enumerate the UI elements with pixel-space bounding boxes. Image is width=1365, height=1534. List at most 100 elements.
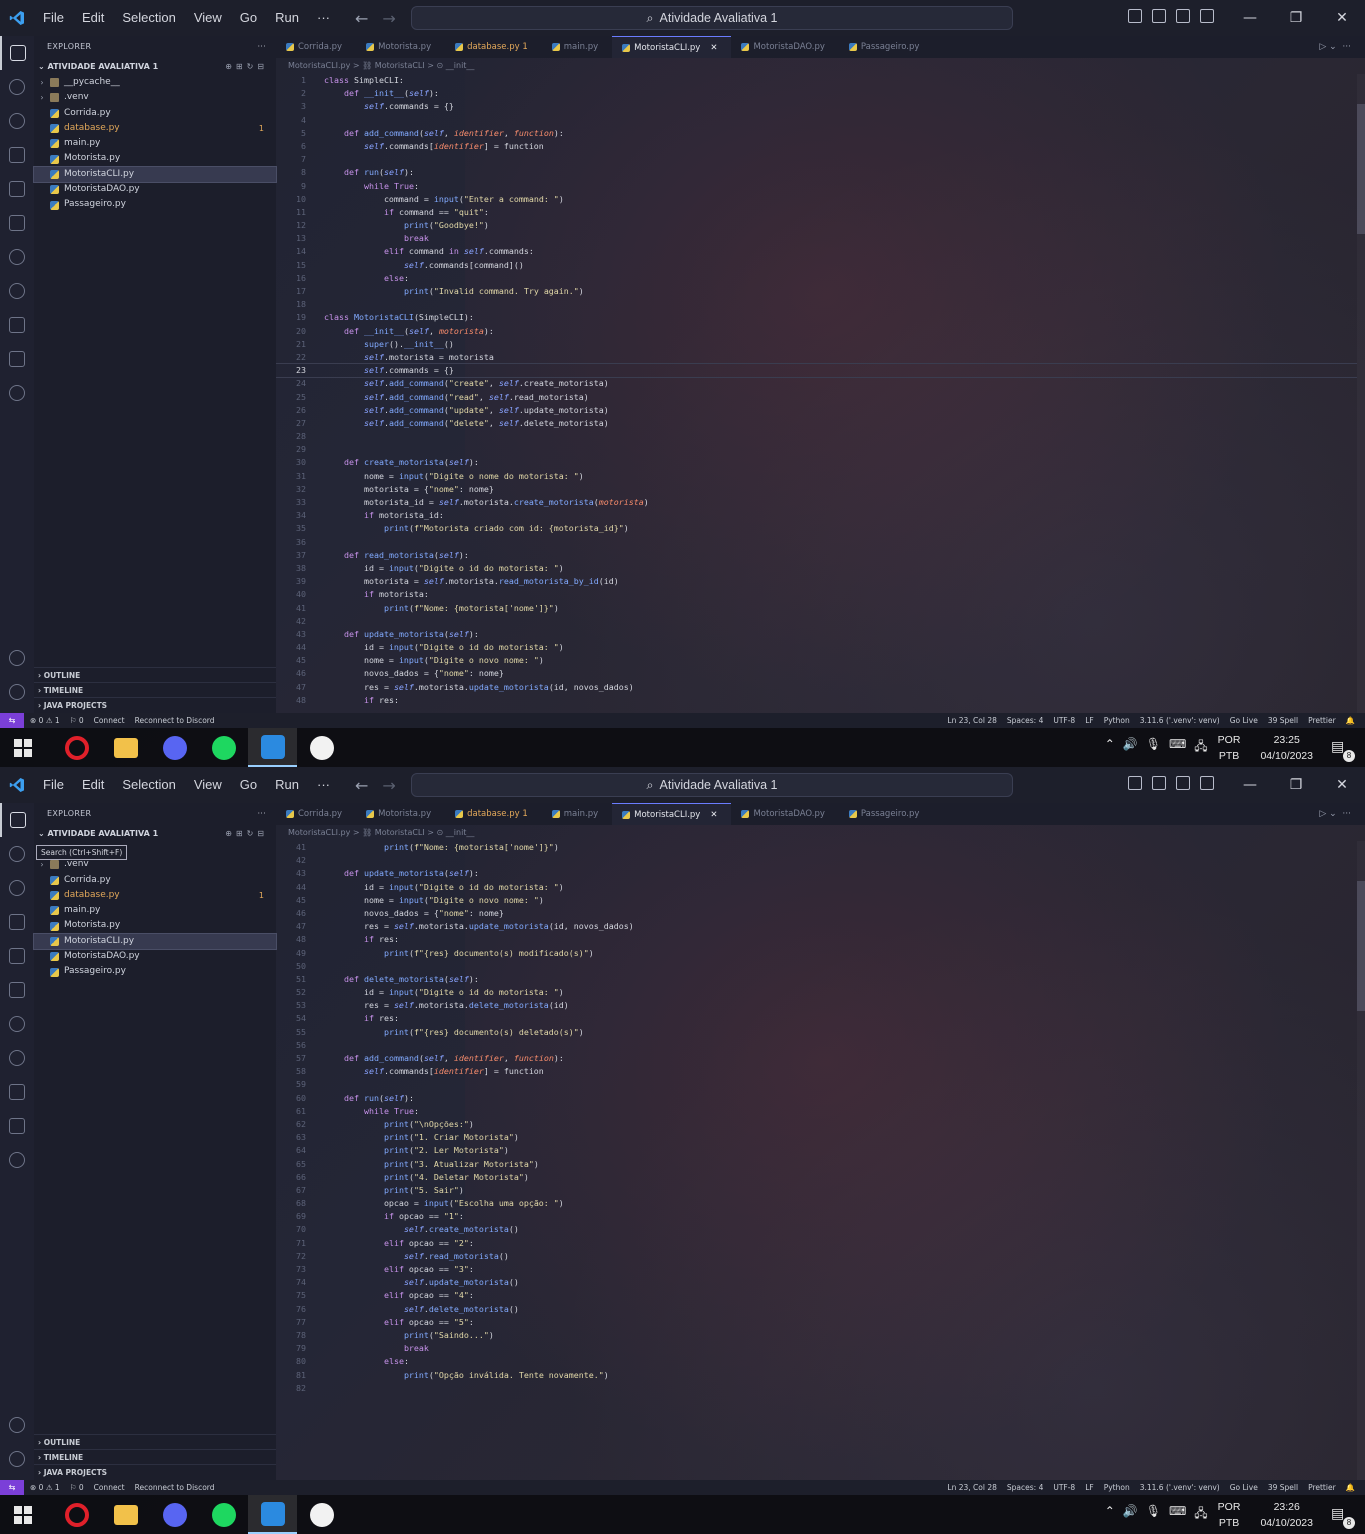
code-line[interactable]: 42: [276, 615, 1357, 628]
notifications-bell-icon[interactable]: 🔔: [1346, 713, 1355, 728]
code-line[interactable]: 9 while True:: [276, 180, 1357, 193]
code-line[interactable]: 53 res = self.motorista.delete_motorista…: [276, 999, 1357, 1012]
encoding[interactable]: UTF-8: [1053, 713, 1075, 728]
python-interpreter[interactable]: 3.11.6 ('.venv': venv): [1140, 1480, 1220, 1495]
tree-file-main[interactable]: main.py: [34, 136, 276, 151]
prettier[interactable]: Prettier: [1308, 713, 1336, 728]
code-line[interactable]: 67 print("5. Sair"): [276, 1184, 1357, 1197]
code-line[interactable]: 27 self.add_command("delete", self.delet…: [276, 417, 1357, 430]
explorer-icon[interactable]: [0, 36, 34, 70]
volume-icon[interactable]: 🔊: [1123, 737, 1138, 758]
code-line[interactable]: 70 self.create_motorista(): [276, 1223, 1357, 1236]
code-line[interactable]: 74 self.update_motorista(): [276, 1276, 1357, 1289]
code-line[interactable]: 73 elif opcao == "3":: [276, 1263, 1357, 1276]
code-line[interactable]: 29: [276, 443, 1357, 456]
input-language[interactable]: POR PTB: [1218, 732, 1241, 764]
chevron-up-icon[interactable]: ⌃: [1105, 737, 1115, 758]
code-line[interactable]: 47 res = self.motorista.update_motorista…: [276, 681, 1357, 694]
menu-more[interactable]: ···: [308, 0, 339, 36]
back-arrow-icon[interactable]: ←: [355, 9, 368, 28]
code-line[interactable]: 68 opcao = input("Escolha uma opção: "): [276, 1197, 1357, 1210]
spotify-icon[interactable]: [199, 1495, 248, 1534]
python-interpreter[interactable]: 3.11.6 ('.venv': venv): [1140, 713, 1220, 728]
run-python-icon[interactable]: ▷ ⌄ ···: [1319, 803, 1351, 825]
source-control-icon[interactable]: [0, 104, 34, 138]
microphone-icon[interactable]: 🎙: [1146, 737, 1161, 758]
tab-main[interactable]: main.py: [542, 36, 612, 58]
code-line[interactable]: 3 self.commands = {}: [276, 100, 1357, 113]
code-line[interactable]: 75 elif opcao == "4":: [276, 1289, 1357, 1302]
vscode-icon[interactable]: [248, 728, 297, 767]
code-line[interactable]: 38 id = input("Digite o id do motorista:…: [276, 562, 1357, 575]
code-line[interactable]: 17 print("Invalid command. Try again."): [276, 285, 1357, 298]
close-tab-icon[interactable]: ✕: [710, 37, 717, 59]
keyboard-icon[interactable]: ⌨: [1169, 1504, 1186, 1525]
tab-motorista[interactable]: Motorista.py: [356, 36, 445, 58]
tree-file-main[interactable]: main.py: [34, 903, 276, 918]
code-line[interactable]: 59: [276, 1078, 1357, 1091]
menu-file[interactable]: File: [34, 0, 73, 36]
code-line[interactable]: 35 print(f"Motorista criado com id: {mot…: [276, 522, 1357, 535]
workspace-folder[interactable]: ⌄ ATIVIDADE AVALIATIVA 1 ⊕⊞↻⊟: [34, 58, 276, 75]
code-line[interactable]: 48 if res:: [276, 933, 1357, 946]
tree-file-motorista[interactable]: Motorista.py: [34, 918, 276, 933]
line-ending[interactable]: LF: [1085, 1480, 1094, 1495]
code-line[interactable]: 20 def __init__(self, motorista):: [276, 325, 1357, 338]
code-line[interactable]: 23 self.commands = {}: [276, 363, 1357, 379]
menu-edit[interactable]: Edit: [73, 767, 113, 803]
code-line[interactable]: 61 while True:: [276, 1105, 1357, 1118]
file-explorer-icon[interactable]: [101, 728, 150, 767]
restore-icon[interactable]: ❐: [1273, 767, 1319, 803]
tree-file-passageiro[interactable]: Passageiro.py: [34, 964, 276, 979]
java-projects-section[interactable]: › JAVA PROJECTS: [34, 697, 276, 712]
code-line[interactable]: 72 self.read_motorista(): [276, 1250, 1357, 1263]
code-line[interactable]: 32 motorista = {"nome": nome}: [276, 483, 1357, 496]
editor-scrollbar[interactable]: [1357, 841, 1365, 1480]
settings-gear-icon[interactable]: [0, 675, 34, 709]
code-line[interactable]: 12 print("Goodbye!"): [276, 219, 1357, 232]
menu-edit[interactable]: Edit: [73, 0, 113, 36]
code-line[interactable]: 54 if res:: [276, 1012, 1357, 1025]
code-editor[interactable]: 1 class SimpleCLI: 2 def __init__(self): 3 …: [276, 74, 1357, 713]
tree-folder-pycache[interactable]: › __pycache__: [34, 75, 276, 90]
tab-motoristadao[interactable]: MotoristaDAO.py: [731, 803, 838, 825]
minimize-icon[interactable]: —: [1227, 767, 1273, 803]
spell-check[interactable]: 39 Spell: [1268, 713, 1298, 728]
code-line[interactable]: 15 self.commands[command](): [276, 259, 1357, 272]
code-line[interactable]: 44 id = input("Digite o id do motorista:…: [276, 881, 1357, 894]
code-line[interactable]: 1 class SimpleCLI:: [276, 74, 1357, 87]
toggle-secondary-sidebar-icon[interactable]: [1176, 776, 1190, 790]
discord-icon[interactable]: [150, 1495, 199, 1534]
toggle-sidebar-icon[interactable]: [1128, 9, 1142, 23]
code-line[interactable]: 6 self.commands[identifier] = function: [276, 140, 1357, 153]
menu-run[interactable]: Run: [266, 767, 308, 803]
settings-gear-icon[interactable]: [0, 1442, 34, 1476]
code-line[interactable]: 47 res = self.motorista.update_motorista…: [276, 920, 1357, 933]
explorer-more-icon[interactable]: ···: [257, 36, 266, 58]
customize-layout-icon[interactable]: [1200, 9, 1214, 23]
code-line[interactable]: 45 nome = input("Digite o novo nome: "): [276, 894, 1357, 907]
code-line[interactable]: 55 print(f"{res} documento(s) deletado(s…: [276, 1026, 1357, 1039]
vscode-icon[interactable]: [248, 1495, 297, 1534]
windows-start-icon[interactable]: [14, 739, 32, 757]
notebook-icon[interactable]: [0, 342, 34, 376]
tree-file-motoristacli[interactable]: MotoristaCLI.py: [33, 165, 277, 184]
connect-status[interactable]: Connect: [94, 713, 125, 728]
spell-check[interactable]: 39 Spell: [1268, 1480, 1298, 1495]
code-line[interactable]: 25 self.add_command("read", self.read_mo…: [276, 391, 1357, 404]
indentation[interactable]: Spaces: 4: [1007, 713, 1043, 728]
docker-icon[interactable]: [0, 1075, 34, 1109]
go-live[interactable]: Go Live: [1230, 713, 1258, 728]
timeline-section[interactable]: › TIMELINE: [34, 682, 276, 697]
discord-status[interactable]: Reconnect to Discord: [135, 1480, 215, 1495]
code-line[interactable]: 40 if motorista:: [276, 588, 1357, 601]
code-line[interactable]: 64 print("2. Ler Motorista"): [276, 1144, 1357, 1157]
close-window-icon[interactable]: ✕: [1319, 767, 1365, 803]
code-line[interactable]: 81 print("Opção inválida. Tente novament…: [276, 1369, 1357, 1382]
code-line[interactable]: 77 elif opcao == "5":: [276, 1316, 1357, 1329]
cursor-position[interactable]: Ln 23, Col 28: [947, 1480, 996, 1495]
outline-section[interactable]: › OUTLINE: [34, 667, 276, 682]
forward-arrow-icon[interactable]: →: [382, 776, 395, 795]
explorer-more-icon[interactable]: ···: [257, 803, 266, 825]
close-window-icon[interactable]: ✕: [1319, 0, 1365, 36]
